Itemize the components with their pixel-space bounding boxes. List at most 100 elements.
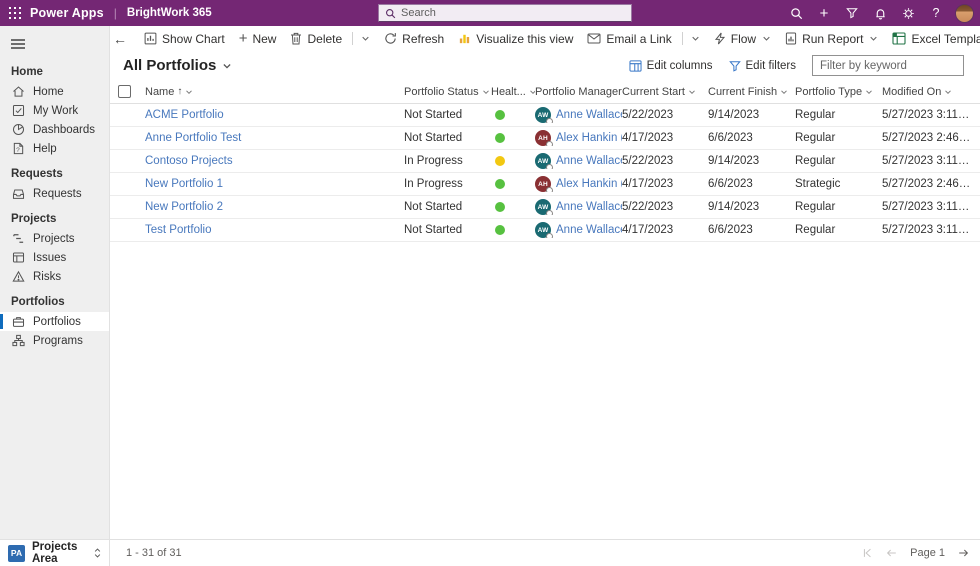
settings-gear-icon[interactable] — [894, 0, 922, 26]
sidebar-item-risks[interactable]: Risks — [0, 267, 109, 286]
column-header-portfolio-status[interactable]: Portfolio Status — [404, 86, 491, 98]
portfolio-type-value: Regular — [795, 224, 836, 236]
run-report-button[interactable]: Run Report — [778, 28, 885, 50]
account-menu[interactable] — [950, 0, 978, 26]
select-all-checkbox[interactable] — [118, 85, 131, 98]
portfolio-name-link[interactable]: Anne Portfolio Test — [145, 132, 241, 144]
portfolio-type-value: Regular — [795, 201, 836, 213]
chevron-down-icon[interactable] — [482, 88, 490, 96]
flow-button[interactable]: Flow — [707, 28, 778, 50]
portfolio-name-link[interactable]: New Portfolio 1 — [145, 178, 223, 190]
search-icon[interactable] — [782, 0, 810, 26]
sidebar-item-help[interactable]: ? Help — [0, 139, 109, 158]
button-label: Email a Link — [606, 31, 672, 46]
view-selector[interactable]: All Portfolios — [123, 57, 232, 74]
sidebar-item-programs[interactable]: Programs — [0, 331, 109, 350]
chevron-down-icon[interactable] — [869, 34, 878, 43]
manager-avatar: AW — [535, 199, 553, 215]
table-row[interactable]: Anne Portfolio Test Not Started AH Alex … — [110, 127, 980, 150]
current-start-value: 4/17/2023 — [622, 178, 674, 190]
filter-icon — [728, 60, 741, 72]
table-row[interactable]: New Portfolio 1 In Progress AH Alex Hank… — [110, 173, 980, 196]
add-icon[interactable]: + — [810, 0, 838, 26]
previous-page-icon[interactable] — [885, 547, 898, 559]
manager-link[interactable]: Anne Wallace (Offl... — [556, 155, 622, 167]
sidebar-item-portfolios[interactable]: Portfolios — [0, 312, 109, 331]
area-switcher[interactable]: PA Projects Area — [0, 539, 109, 566]
current-finish-value: 9/14/2023 — [708, 155, 760, 167]
keyword-filter-input[interactable] — [812, 55, 964, 76]
table-row[interactable]: New Portfolio 2 Not Started AW Anne Wall… — [110, 196, 980, 219]
notifications-icon[interactable] — [866, 0, 894, 26]
column-header-current-start[interactable]: Current Start — [622, 86, 708, 98]
health-dot — [495, 110, 505, 120]
table-row[interactable]: Test Portfolio Not Started AW Anne Walla… — [110, 219, 980, 242]
portfolio-name-link[interactable]: Test Portfolio — [145, 224, 211, 236]
waffle-icon[interactable] — [0, 7, 30, 19]
manager-link[interactable]: Anne Wallace (Offl... — [556, 201, 622, 213]
back-button[interactable]: ← — [113, 28, 127, 50]
search-icon — [385, 8, 396, 19]
portfolio-name-link[interactable]: Contoso Projects — [145, 155, 233, 167]
edit-filters-button[interactable]: Edit filters — [728, 60, 796, 72]
manager-link[interactable]: Anne Wallace (Offl... — [556, 109, 622, 121]
avatar-initials: AH — [538, 134, 548, 142]
column-label: Name — [145, 85, 175, 98]
refresh-button[interactable]: Refresh — [377, 28, 451, 50]
sidebar-item-requests[interactable]: Requests — [0, 184, 109, 203]
column-header-portfolio-manager[interactable]: Portfolio Manager — [535, 86, 622, 98]
help-icon[interactable]: ? — [922, 0, 950, 26]
chevron-down-icon[interactable] — [780, 88, 788, 96]
column-header-portfolio-type[interactable]: Portfolio Type — [795, 86, 882, 98]
sidebar-item-my-work[interactable]: My Work — [0, 101, 109, 120]
chevron-down-icon[interactable] — [762, 34, 771, 43]
first-page-icon[interactable] — [861, 547, 873, 559]
portfolio-name-link[interactable]: New Portfolio 2 — [145, 201, 223, 213]
grid-body: ACME Portfolio Not Started AW Anne Walla… — [110, 104, 980, 242]
column-header-name[interactable]: Name ↑ — [145, 86, 404, 98]
column-header-current-finish[interactable]: Current Finish — [708, 86, 795, 98]
chevron-down-icon[interactable] — [944, 88, 952, 96]
gantt-icon — [11, 232, 25, 245]
table-row[interactable]: ACME Portfolio Not Started AW Anne Walla… — [110, 104, 980, 127]
excel-templates-button[interactable]: Excel Templates — [885, 28, 980, 50]
environment-name[interactable]: BrightWork 365 — [127, 7, 212, 19]
health-dot — [495, 179, 505, 189]
column-header-health[interactable]: Healt... — [491, 86, 535, 98]
next-page-icon[interactable] — [957, 547, 970, 559]
portfolio-name-link[interactable]: ACME Portfolio — [145, 109, 224, 121]
chevron-down-icon[interactable] — [691, 34, 700, 43]
sidebar-item-label: Portfolios — [33, 315, 81, 328]
app-header: Power Apps | BrightWork 365 Search + ? — [0, 0, 980, 26]
global-search-box[interactable]: Search — [378, 4, 632, 22]
command-bar: ← Show Chart + New Delete Refresh Visual… — [110, 26, 980, 51]
chevron-down-icon[interactable] — [361, 34, 370, 43]
chevron-down-icon[interactable] — [185, 88, 193, 96]
collapse-sitemap-icon[interactable] — [0, 32, 109, 56]
sidebar-item-dashboards[interactable]: Dashboards — [0, 120, 109, 139]
new-button[interactable]: + New — [232, 28, 284, 50]
org-chart-icon — [11, 334, 25, 347]
chevron-down-icon[interactable] — [865, 88, 873, 96]
table-row[interactable]: Contoso Projects In Progress AW Anne Wal… — [110, 150, 980, 173]
visualize-view-button[interactable]: Visualize this view — [451, 28, 580, 50]
filter-icon[interactable] — [838, 0, 866, 26]
edit-columns-button[interactable]: Edit columns — [629, 60, 713, 72]
user-avatar[interactable] — [954, 3, 974, 23]
chevron-down-icon[interactable] — [688, 88, 696, 96]
manager-link[interactable]: Anne Wallace (Offl... — [556, 224, 622, 236]
columns-icon — [629, 59, 642, 72]
sidebar-item-projects[interactable]: Projects — [0, 229, 109, 248]
brand-title[interactable]: Power Apps — [30, 6, 104, 20]
email-link-button[interactable]: Email a Link — [580, 28, 706, 50]
sidebar-item-issues[interactable]: Issues — [0, 248, 109, 267]
current-start-value: 5/22/2023 — [622, 155, 674, 167]
manager-link[interactable]: Alex Hankin (Offlin... — [556, 178, 622, 190]
show-chart-button[interactable]: Show Chart — [137, 28, 232, 50]
manager-link[interactable]: Alex Hankin (Offlin... — [556, 132, 622, 144]
delete-button[interactable]: Delete — [283, 28, 377, 50]
area-switch-icon[interactable] — [92, 547, 103, 559]
column-header-modified-on[interactable]: Modified On — [882, 86, 980, 98]
portfolio-manager-cell: AW Anne Wallace (Offl... — [535, 199, 622, 215]
sidebar-item-home[interactable]: Home — [0, 82, 109, 101]
